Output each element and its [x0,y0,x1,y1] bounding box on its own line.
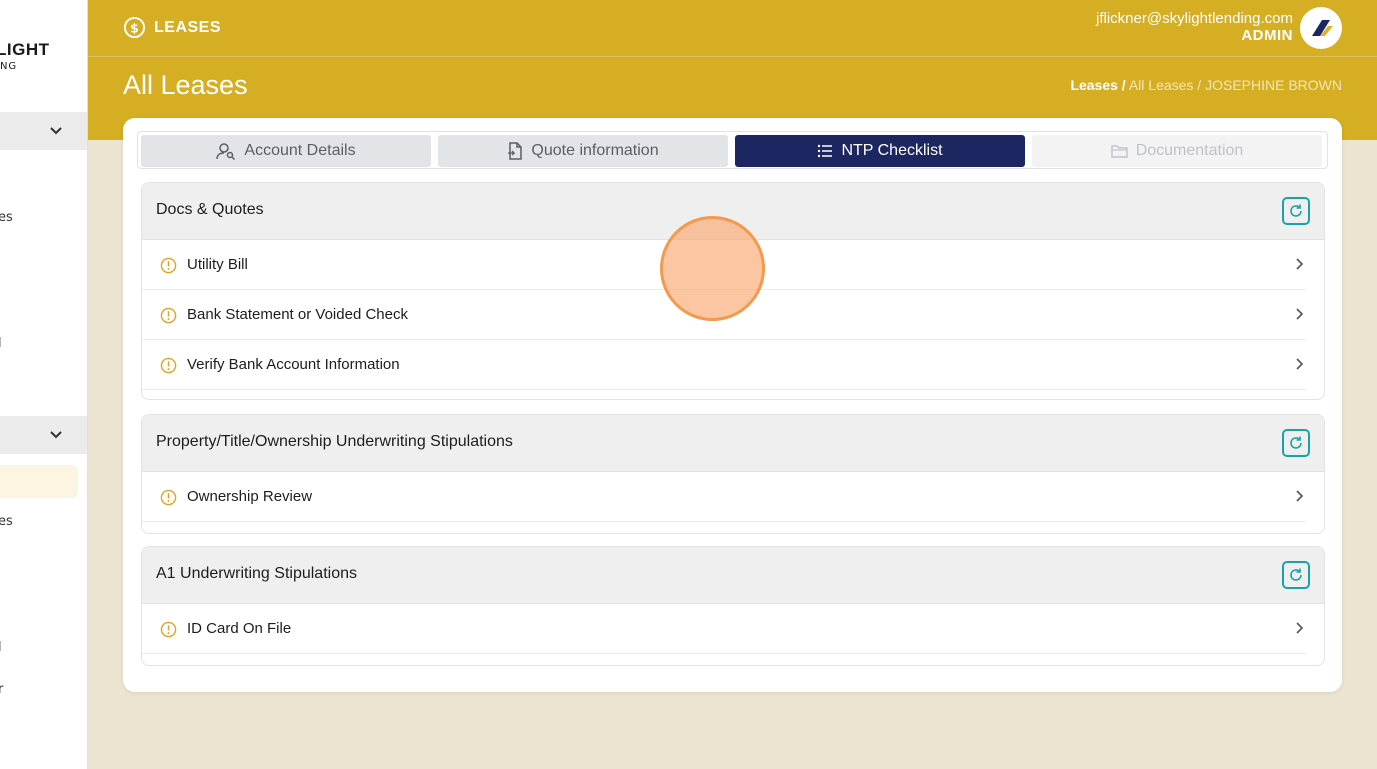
breadcrumb-trail: All Leases / JOSEPHINE BROWN [1128,77,1342,93]
warning-icon [160,357,177,374]
tab-label: Documentation [1135,142,1244,159]
tab-label: Quote information [531,142,659,159]
sidebar-item-2[interactable]: l [0,336,2,351]
chevron-right-icon [1296,622,1304,634]
page-title: All Leases [123,70,248,100]
item-label: Ownership Review [187,488,313,505]
panel-header: Property/Title/Ownership Underwriting St… [142,415,1324,472]
user-email: jflickner@skylightlending.com [1096,10,1293,27]
sidebar-group-2[interactable] [0,416,87,454]
panel-header: A1 Underwriting Stipulations [142,547,1324,604]
breadcrumb: Leases / All Leases / JOSEPHINE BROWN [1070,77,1342,93]
checklist-panel: A1 Underwriting Stipulations ID Card On … [141,546,1325,666]
tab-documentation: Documentation [1032,135,1322,167]
checklist-item[interactable]: Verify Bank Account Information [142,340,1306,390]
refresh-icon [1290,568,1302,581]
section-label: LEASES [154,18,222,36]
avatar[interactable] [1300,7,1342,49]
chevron-right-icon [1296,358,1304,370]
checklist-panel: Property/Title/Ownership Underwriting St… [141,414,1325,534]
checklist-item[interactable]: ID Card On File [142,604,1306,654]
chevron-down-icon [50,431,62,439]
tab-label: NTP Checklist [841,142,943,159]
panel-title: A1 Underwriting Stipulations [156,565,357,582]
item-label: Utility Bill [187,256,248,273]
refresh-icon [1290,436,1302,449]
item-label: Verify Bank Account Information [187,356,400,373]
item-label: Bank Statement or Voided Check [187,306,408,323]
logo-subtitle: ING [0,61,18,72]
tab-quote-information[interactable]: Quote information [438,135,728,167]
lease-card: Account Details Quote information NTP Ch… [123,118,1342,692]
dollar-circle-icon: $ [123,16,146,39]
warning-icon [160,257,177,274]
tab-bar: Account Details Quote information NTP Ch… [137,131,1328,169]
svg-text:$: $ [130,20,139,35]
chevron-right-icon [1296,258,1304,270]
refresh-icon [1290,204,1302,217]
document-icon [508,142,523,160]
warning-icon [160,489,177,506]
chevron-right-icon [1296,308,1304,320]
user-info[interactable]: jflickner@skylightlending.com ADMIN [1096,10,1293,44]
sidebar-item-4[interactable]: l [0,640,2,655]
tab-label: Account Details [244,142,356,159]
user-role: ADMIN [1241,27,1293,44]
folder-icon [1110,145,1128,158]
warning-icon [160,307,177,324]
breadcrumb-leases[interactable]: Leases / [1070,77,1125,93]
click-indicator [660,216,765,321]
refresh-button[interactable] [1282,561,1310,589]
tab-account-details[interactable]: Account Details [141,135,431,167]
warning-icon [160,621,177,638]
chevron-right-icon [1296,490,1304,502]
user-search-icon [216,143,236,160]
section-indicator: $ LEASES [123,16,221,39]
sidebar-group-1[interactable] [0,112,87,150]
tab-ntp-checklist[interactable]: NTP Checklist [735,135,1025,167]
refresh-button[interactable] [1282,429,1310,457]
sidebar-item-5[interactable]: r [0,682,3,697]
checklist-item[interactable]: Ownership Review [142,472,1306,522]
item-label: ID Card On File [187,620,292,637]
refresh-button[interactable] [1282,197,1310,225]
header-divider [88,56,1377,57]
logo-icon [1312,20,1333,36]
sidebar-item-3[interactable]: es [0,514,13,529]
chevron-down-icon [50,127,62,135]
sidebar: LIGHT ING es l es l r [0,0,88,769]
list-icon [818,144,833,158]
sidebar-item-1[interactable]: es [0,210,13,225]
logo: LIGHT [0,40,50,59]
sidebar-item-active[interactable] [0,465,78,498]
panel-title: Property/Title/Ownership Underwriting St… [156,433,513,450]
panel-title: Docs & Quotes [156,201,264,218]
